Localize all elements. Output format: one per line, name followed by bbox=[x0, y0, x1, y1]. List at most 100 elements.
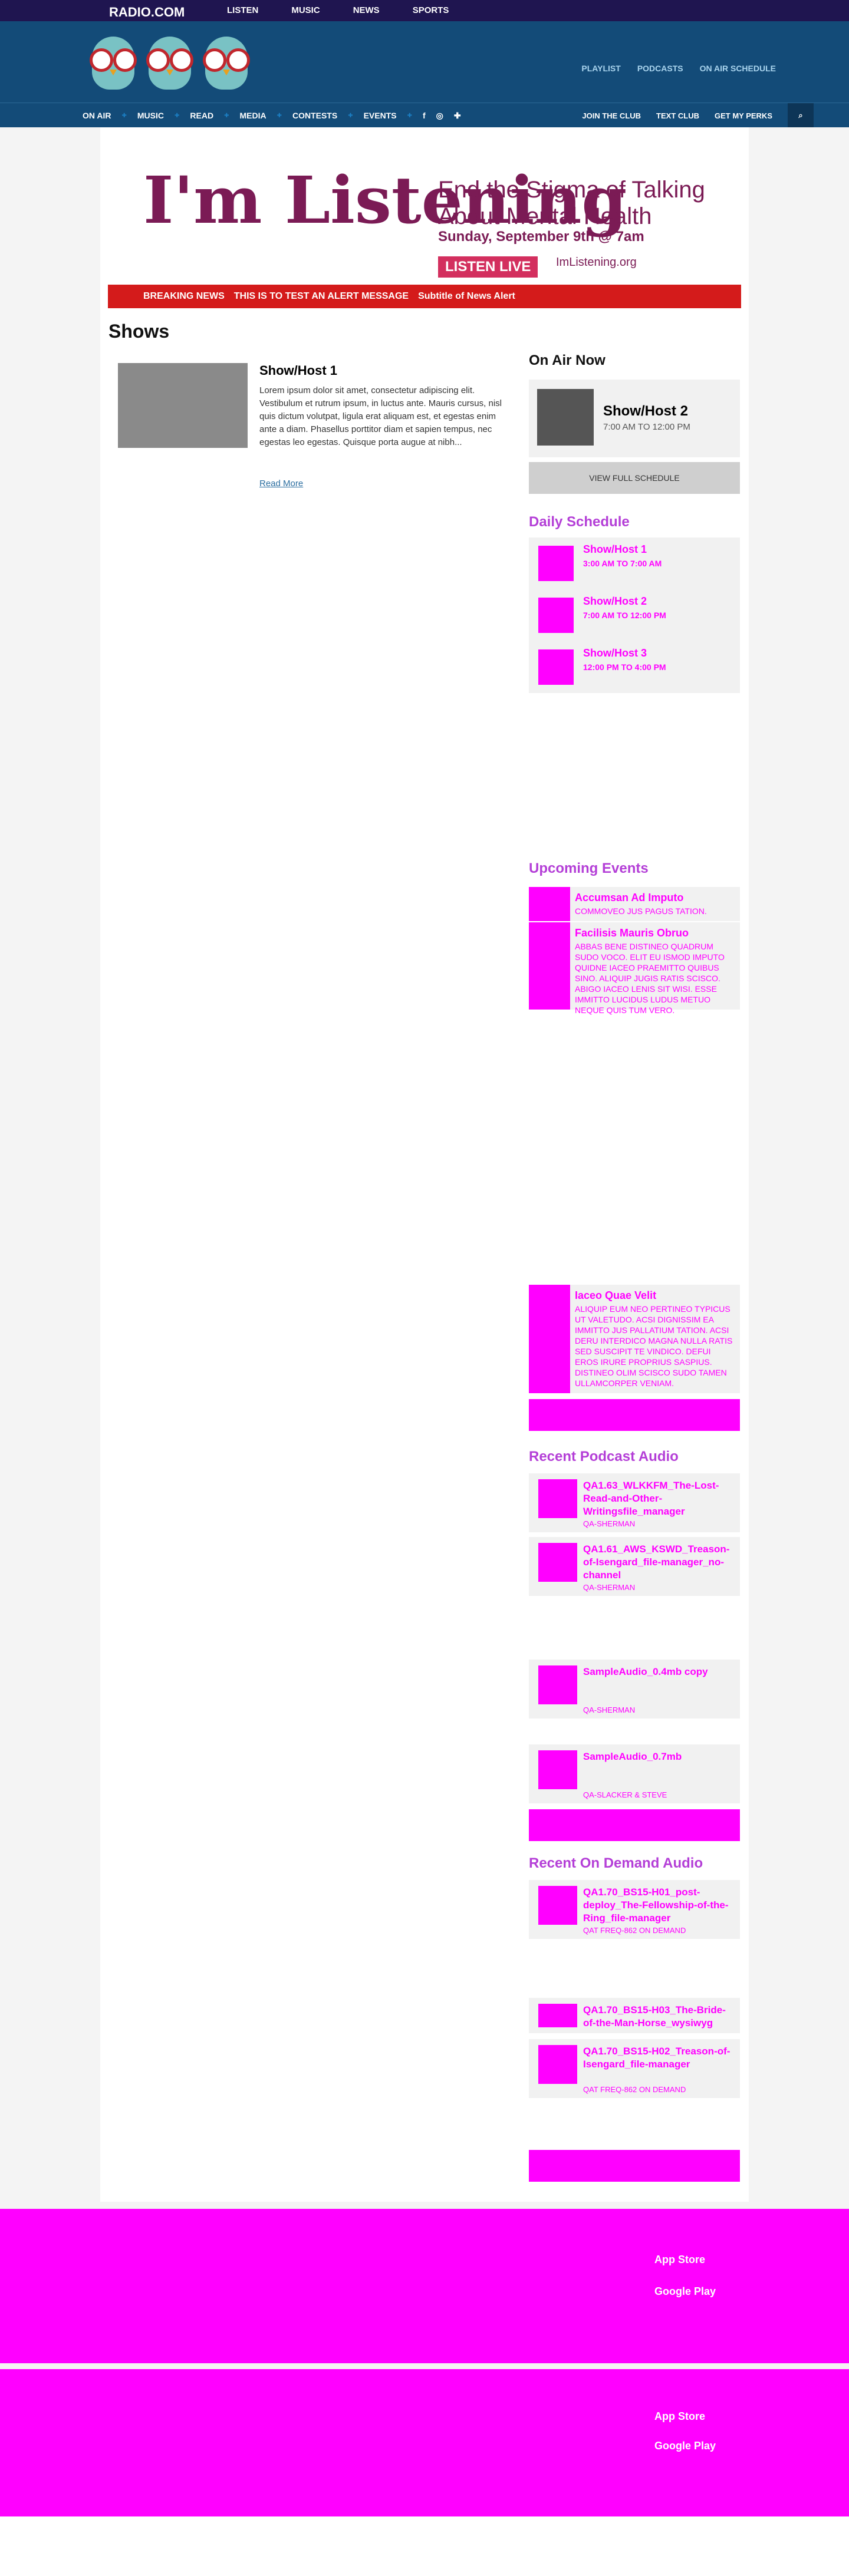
footer: App Store Google Play bbox=[0, 2209, 849, 2363]
on-demand-item[interactable]: QA1.70_BS15-H01_post-deploy_The-Fellowsh… bbox=[529, 1880, 740, 1939]
brand-logo[interactable]: RADIO.COM bbox=[109, 5, 185, 20]
on-air-heading: On Air Now bbox=[529, 352, 606, 368]
breaking-news-label: BREAKING NEWS bbox=[143, 291, 225, 301]
schedule-name: Show/Host 2 bbox=[583, 595, 647, 607]
plus-icon: ✚ bbox=[175, 112, 180, 119]
view-all-podcasts-button[interactable] bbox=[529, 1809, 740, 1841]
playlist-link[interactable]: PLAYLIST bbox=[581, 64, 620, 73]
event-item[interactable]: Accumsan Ad Imputo COMMOVEO JUS PAGUS TAT… bbox=[529, 887, 740, 921]
facebook-icon[interactable]: f bbox=[423, 111, 426, 120]
schedule-time: 12:00 PM TO 4:00 PM bbox=[583, 662, 666, 672]
daily-schedule-heading: Daily Schedule bbox=[529, 514, 630, 530]
events-heading: Upcoming Events bbox=[529, 860, 649, 876]
owl-logo-2[interactable] bbox=[143, 31, 197, 94]
plus-icon: ✚ bbox=[121, 112, 127, 119]
on-air-schedule-link[interactable]: ON AIR SCHEDULE bbox=[700, 64, 776, 73]
schedule-item[interactable]: Show/Host 2 7:00 AM TO 12:00 PM bbox=[529, 589, 740, 641]
podcast-item[interactable]: SampleAudio_0.7mb QA-SLACKER & STEVE bbox=[529, 1744, 740, 1803]
top-nav: LISTEN MUSIC NEWS SPORTS bbox=[227, 0, 449, 21]
read-more-link[interactable]: Read More bbox=[259, 479, 303, 489]
nav-sports[interactable]: SPORTS bbox=[413, 0, 449, 21]
nav-listen[interactable]: LISTEN bbox=[227, 0, 258, 21]
view-schedule-button[interactable]: VIEW FULL SCHEDULE bbox=[529, 462, 740, 494]
schedule-item[interactable]: Show/Host 3 12:00 PM TO 4:00 PM bbox=[529, 641, 740, 693]
podcast-item[interactable]: SampleAudio_0.4mb copy QA-SHERMAN bbox=[529, 1660, 740, 1719]
event-item[interactable]: Iaceo Quae Velit ALIQUIP EUM NEO PERTINEO… bbox=[529, 1285, 740, 1393]
on-demand-name: QA1.70_BS15-H01_post-deploy_The-Fellowsh… bbox=[583, 1886, 729, 1924]
footer-secondary: App Store Google Play bbox=[0, 2369, 849, 2516]
host-photo[interactable] bbox=[537, 389, 594, 446]
podcast-name: SampleAudio_0.7mb bbox=[583, 1751, 682, 1762]
promo-banner[interactable]: I'm Listening End the Stigma of Talking … bbox=[108, 147, 741, 283]
app-store-badge-2[interactable]: App Store bbox=[654, 2410, 705, 2423]
podcast-item[interactable]: QA1.61_AWS_KSWD_Treason-of-Isengard_file… bbox=[529, 1537, 740, 1596]
podcast-item[interactable]: QA1.63_WLKKFM_The-Lost-Read-and-Other-Wr… bbox=[529, 1473, 740, 1532]
page-title: Shows bbox=[108, 321, 170, 342]
show-description: Lorem ipsum dolor sit amet, consectetur … bbox=[259, 385, 502, 447]
get-perks-link[interactable]: GET MY PERKS bbox=[715, 111, 772, 120]
podcast-name: QA1.63_WLKKFM_The-Lost-Read-and-Other-Wr… bbox=[583, 1480, 719, 1517]
podcast-author: QA-SHERMAN bbox=[583, 1706, 636, 1714]
podcast-author: QA-SLACKER & STEVE bbox=[583, 1790, 667, 1799]
on-demand-item[interactable]: QA1.70_BS15-H02_Treason-of-Isengard_file… bbox=[529, 2039, 740, 2098]
text-club-link[interactable]: TEXT CLUB bbox=[656, 111, 699, 120]
show-card: Show/Host 1 Lorem ipsum dolor sit amet, … bbox=[118, 363, 507, 493]
podcast-name: SampleAudio_0.4mb copy bbox=[583, 1666, 708, 1677]
on-demand-item[interactable]: QA1.70_BS15-H03_The-Bride-of-the-Man-Hor… bbox=[529, 1998, 740, 2033]
event-text: ALIQUIP EUM NEO PERTINEO TYPICUS UT VALE… bbox=[575, 1304, 733, 1388]
nav-music-sub[interactable]: MUSIC bbox=[137, 111, 164, 120]
podcast-author: QA-SHERMAN bbox=[583, 1519, 636, 1528]
nav-read[interactable]: READ bbox=[190, 111, 213, 120]
show-name[interactable]: Show/Host 1 bbox=[259, 363, 337, 378]
nav-news[interactable]: NEWS bbox=[353, 0, 380, 21]
more-icon[interactable]: ✚ bbox=[454, 111, 461, 121]
breaking-news-bar[interactable]: BREAKING NEWS THIS IS TO TEST AN ALERT M… bbox=[108, 285, 741, 308]
schedule-name: Show/Host 3 bbox=[583, 647, 647, 659]
breaking-news-message: THIS IS TO TEST AN ALERT MESSAGE bbox=[233, 291, 409, 301]
nav-on-air[interactable]: ON AIR bbox=[83, 111, 111, 120]
on-demand-name: QA1.70_BS15-H03_The-Bride-of-the-Man-Hor… bbox=[583, 2004, 726, 2029]
join-club-link[interactable]: JOIN THE CLUB bbox=[582, 111, 641, 120]
nav-events[interactable]: EVENTS bbox=[364, 111, 397, 120]
podcasts-link[interactable]: PODCASTS bbox=[637, 64, 683, 73]
event-text: COMMOVEO JUS PAGUS TATION. bbox=[575, 906, 707, 916]
instagram-icon[interactable]: ◎ bbox=[436, 111, 443, 121]
on-demand-name: QA1.70_BS15-H02_Treason-of-Isengard_file… bbox=[583, 2046, 730, 2070]
sub-nav: ON AIR ✚ MUSIC ✚ READ ✚ MEDIA ✚ CONTESTS ✚ EV… bbox=[0, 103, 849, 128]
view-all-events-button[interactable] bbox=[529, 1399, 740, 1431]
plus-icon: ✚ bbox=[224, 112, 229, 119]
plus-icon: ✚ bbox=[277, 112, 282, 119]
top-bar: RADIO.COM LISTEN MUSIC NEWS SPORTS bbox=[0, 0, 849, 21]
nav-music[interactable]: MUSIC bbox=[291, 0, 320, 21]
owl-logo-3[interactable] bbox=[199, 31, 254, 94]
event-title: Facilisis Mauris Obruo bbox=[575, 927, 689, 939]
google-play-badge[interactable]: Google Play bbox=[654, 2285, 716, 2298]
header-links: PLAYLIST PODCASTS ON AIR SCHEDULE bbox=[581, 64, 776, 73]
podcast-author: QA-SHERMAN bbox=[583, 1583, 636, 1592]
google-play-badge-2[interactable]: Google Play bbox=[654, 2440, 716, 2452]
on-demand-author: QAT FREQ-862 ON DEMAND bbox=[583, 1926, 686, 1935]
show-photo[interactable] bbox=[118, 363, 248, 448]
plus-icon: ✚ bbox=[407, 112, 412, 119]
event-item[interactable]: Facilisis Mauris Obruo ABBAS BENE DISTINE… bbox=[529, 922, 740, 1015]
breaking-news-subtitle: Subtitle of News Alert bbox=[418, 291, 515, 301]
nav-contests[interactable]: CONTESTS bbox=[292, 111, 337, 120]
listen-live-button[interactable]: LISTEN LIVE bbox=[438, 256, 538, 278]
event-title: Iaceo Quae Velit bbox=[575, 1289, 657, 1301]
on-air-time: 7:00 AM TO 12:00 PM bbox=[603, 422, 690, 432]
on-air-card: Show/Host 2 7:00 AM TO 12:00 PM bbox=[529, 380, 740, 457]
schedule-item[interactable]: Show/Host 1 3:00 AM TO 7:00 AM bbox=[529, 537, 740, 589]
banner-date: Sunday, September 9th @ 7am bbox=[438, 229, 644, 245]
schedule-name: Show/Host 1 bbox=[583, 543, 647, 555]
on-air-name[interactable]: Show/Host 2 bbox=[603, 403, 688, 420]
owl-logo-1[interactable] bbox=[86, 31, 140, 94]
schedule-time: 3:00 AM TO 7:00 AM bbox=[583, 559, 662, 568]
view-all-on-demand-button[interactable] bbox=[529, 2150, 740, 2182]
plus-icon: ✚ bbox=[348, 112, 353, 119]
app-store-badge[interactable]: App Store bbox=[654, 2254, 705, 2266]
search-icon[interactable]: ⌕ bbox=[788, 103, 814, 128]
podcast-heading: Recent Podcast Audio bbox=[529, 1449, 679, 1465]
banner-tagline: End the Stigma of Talking About Mental H… bbox=[438, 177, 705, 229]
event-text: ABBAS BENE DISTINEO QUADRUM SUDO VOCO. E… bbox=[575, 942, 725, 1015]
nav-media[interactable]: MEDIA bbox=[239, 111, 266, 120]
